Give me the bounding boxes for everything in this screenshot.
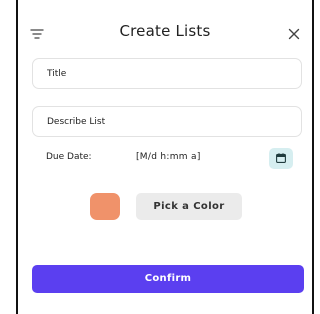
dialog-title: Create Lists (119, 22, 211, 40)
window-border-right (312, 0, 314, 314)
due-date-label: Due Date: (46, 152, 92, 162)
close-icon[interactable] (288, 25, 300, 40)
description-field (32, 106, 302, 137)
create-lists-dialog: Create Lists Due Date: [M/d h:mm a] Pick (18, 10, 312, 314)
page: Create Lists Due Date: [M/d h:mm a] Pick (0, 0, 314, 314)
confirm-button[interactable]: Confirm (32, 265, 304, 293)
selected-color-swatch[interactable] (90, 193, 120, 220)
calendar-button[interactable] (269, 148, 293, 169)
calendar-icon (276, 153, 286, 163)
title-input[interactable] (33, 59, 301, 88)
pick-color-button[interactable]: Pick a Color (136, 193, 242, 220)
description-input[interactable] (33, 107, 301, 136)
due-date-value[interactable]: [M/d h:mm a] (136, 152, 201, 162)
title-field (32, 58, 302, 89)
